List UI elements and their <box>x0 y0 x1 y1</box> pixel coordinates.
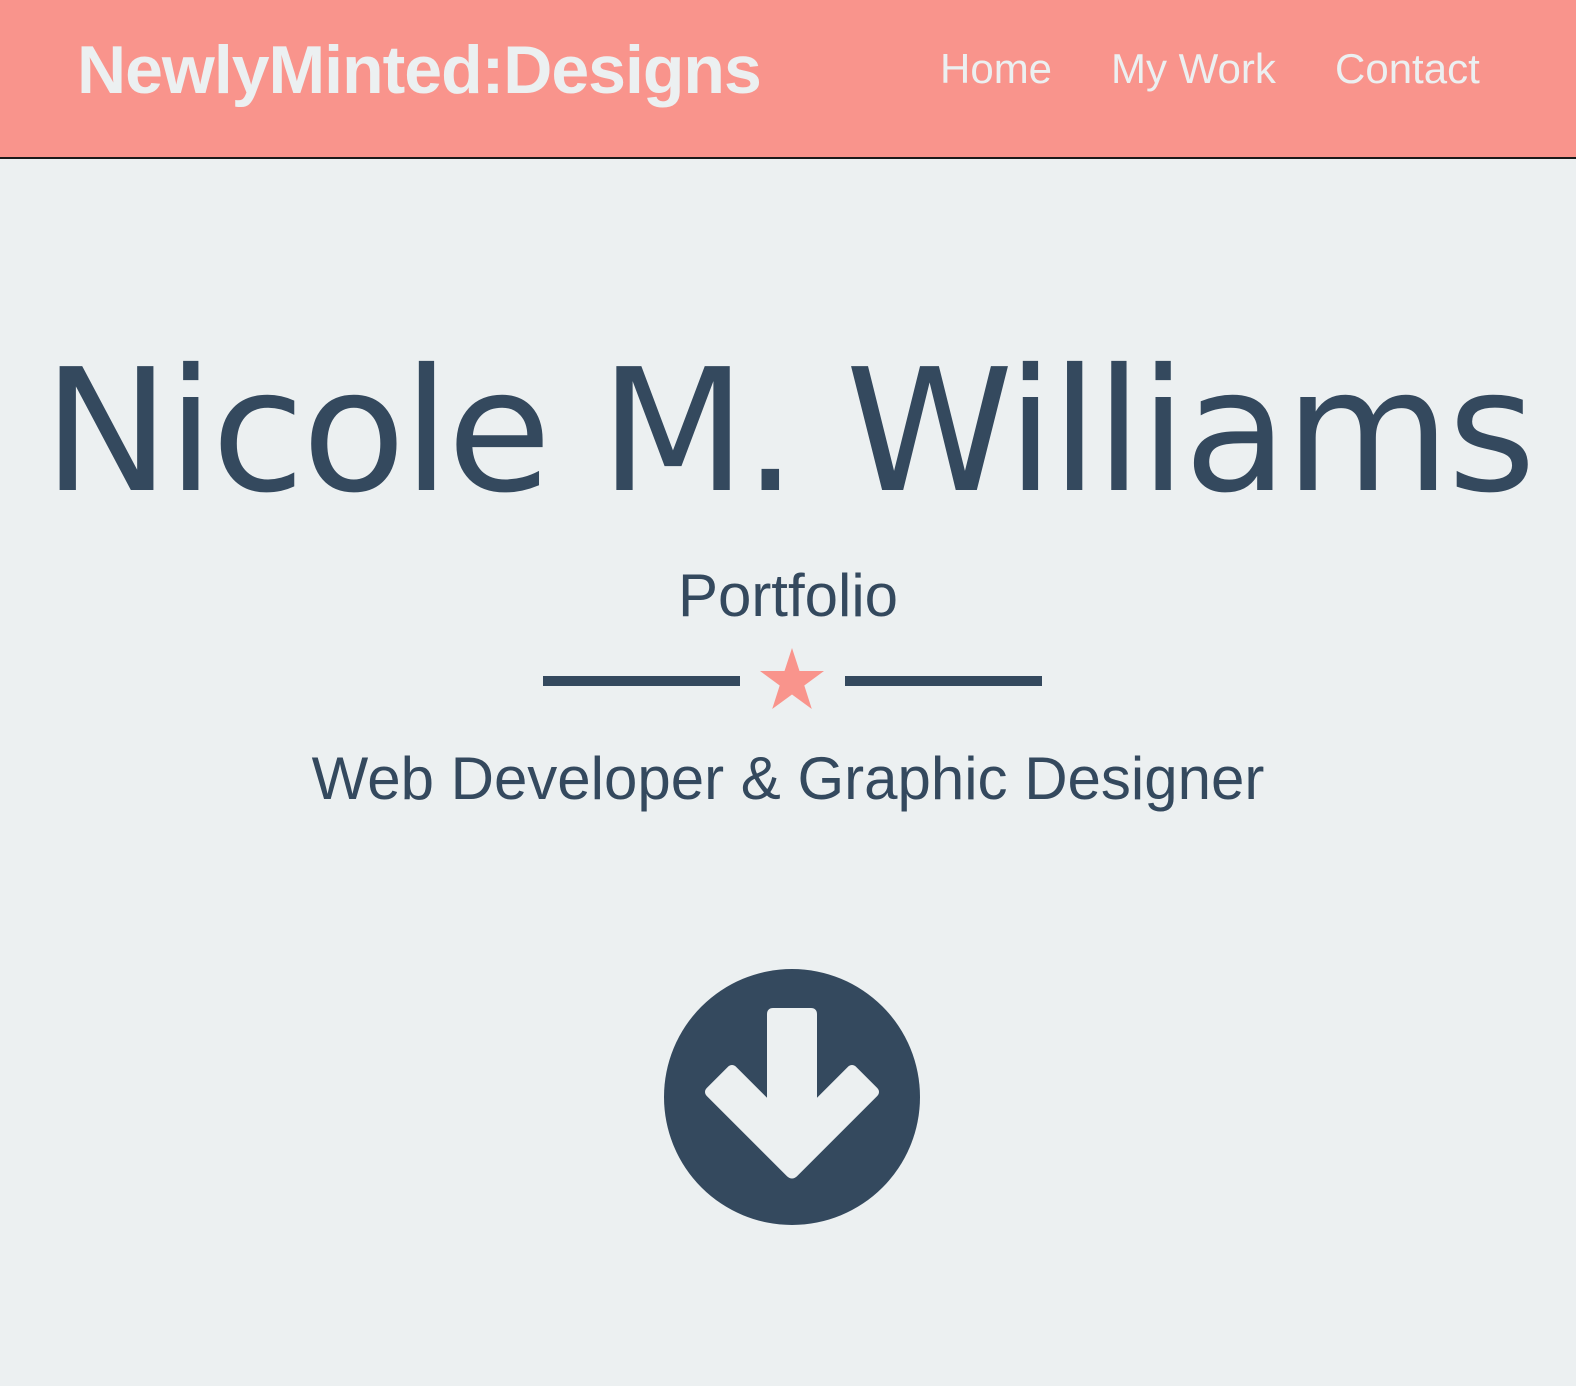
scroll-down-button[interactable] <box>664 969 920 1225</box>
hero-subtitle: Portfolio <box>677 562 899 629</box>
hero-tagline: Web Developer & Graphic Designer <box>311 745 1265 812</box>
star-divider <box>543 646 1042 712</box>
navbar: NewlyMinted:Designs Home My Work Contact <box>0 0 1576 159</box>
star-icon <box>760 648 824 709</box>
divider-line-left <box>543 676 740 686</box>
nav-contact-link[interactable]: Contact <box>1335 44 1480 94</box>
arrow-circle-down-icon <box>664 969 920 1225</box>
nav-my-work-link[interactable]: My Work <box>1111 44 1276 94</box>
brand-logo-link[interactable]: NewlyMinted:Designs <box>77 32 762 108</box>
hero-name: Nicole M. Williams <box>42 333 1536 531</box>
divider-line-right <box>845 676 1042 686</box>
nav-home-link[interactable]: Home <box>940 44 1052 94</box>
